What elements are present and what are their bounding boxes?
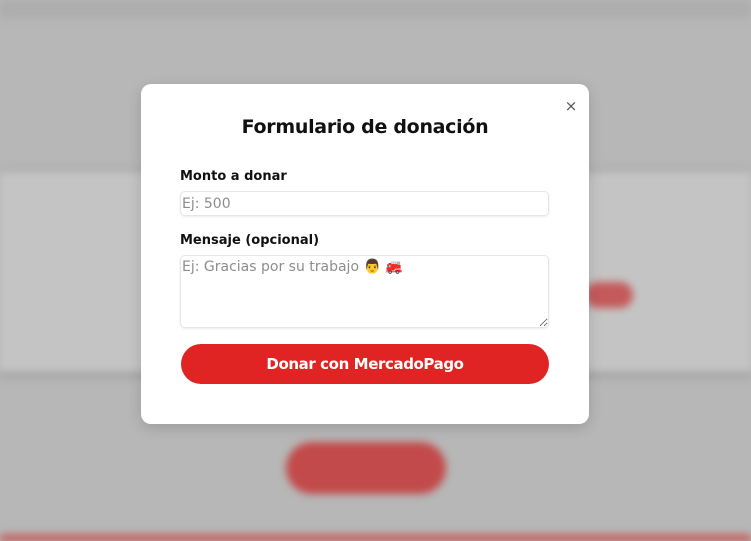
background-top-bar (0, 0, 751, 18)
amount-input[interactable] (180, 191, 549, 216)
background-large-button (286, 442, 446, 494)
message-textarea[interactable] (180, 255, 549, 328)
amount-label: Monto a donar (180, 169, 287, 184)
donation-modal: × Formulario de donación Monto a donar M… (141, 84, 589, 424)
page: × Formulario de donación Monto a donar M… (0, 0, 751, 541)
close-icon[interactable]: × (563, 98, 579, 114)
modal-title: Formulario de donación (241, 116, 489, 138)
background-small-button (585, 282, 633, 308)
donate-mercadopago-button[interactable]: Donar con MercadoPago (181, 344, 549, 384)
background-bottom-line (0, 535, 751, 541)
message-label: Mensaje (opcional) (180, 233, 320, 248)
